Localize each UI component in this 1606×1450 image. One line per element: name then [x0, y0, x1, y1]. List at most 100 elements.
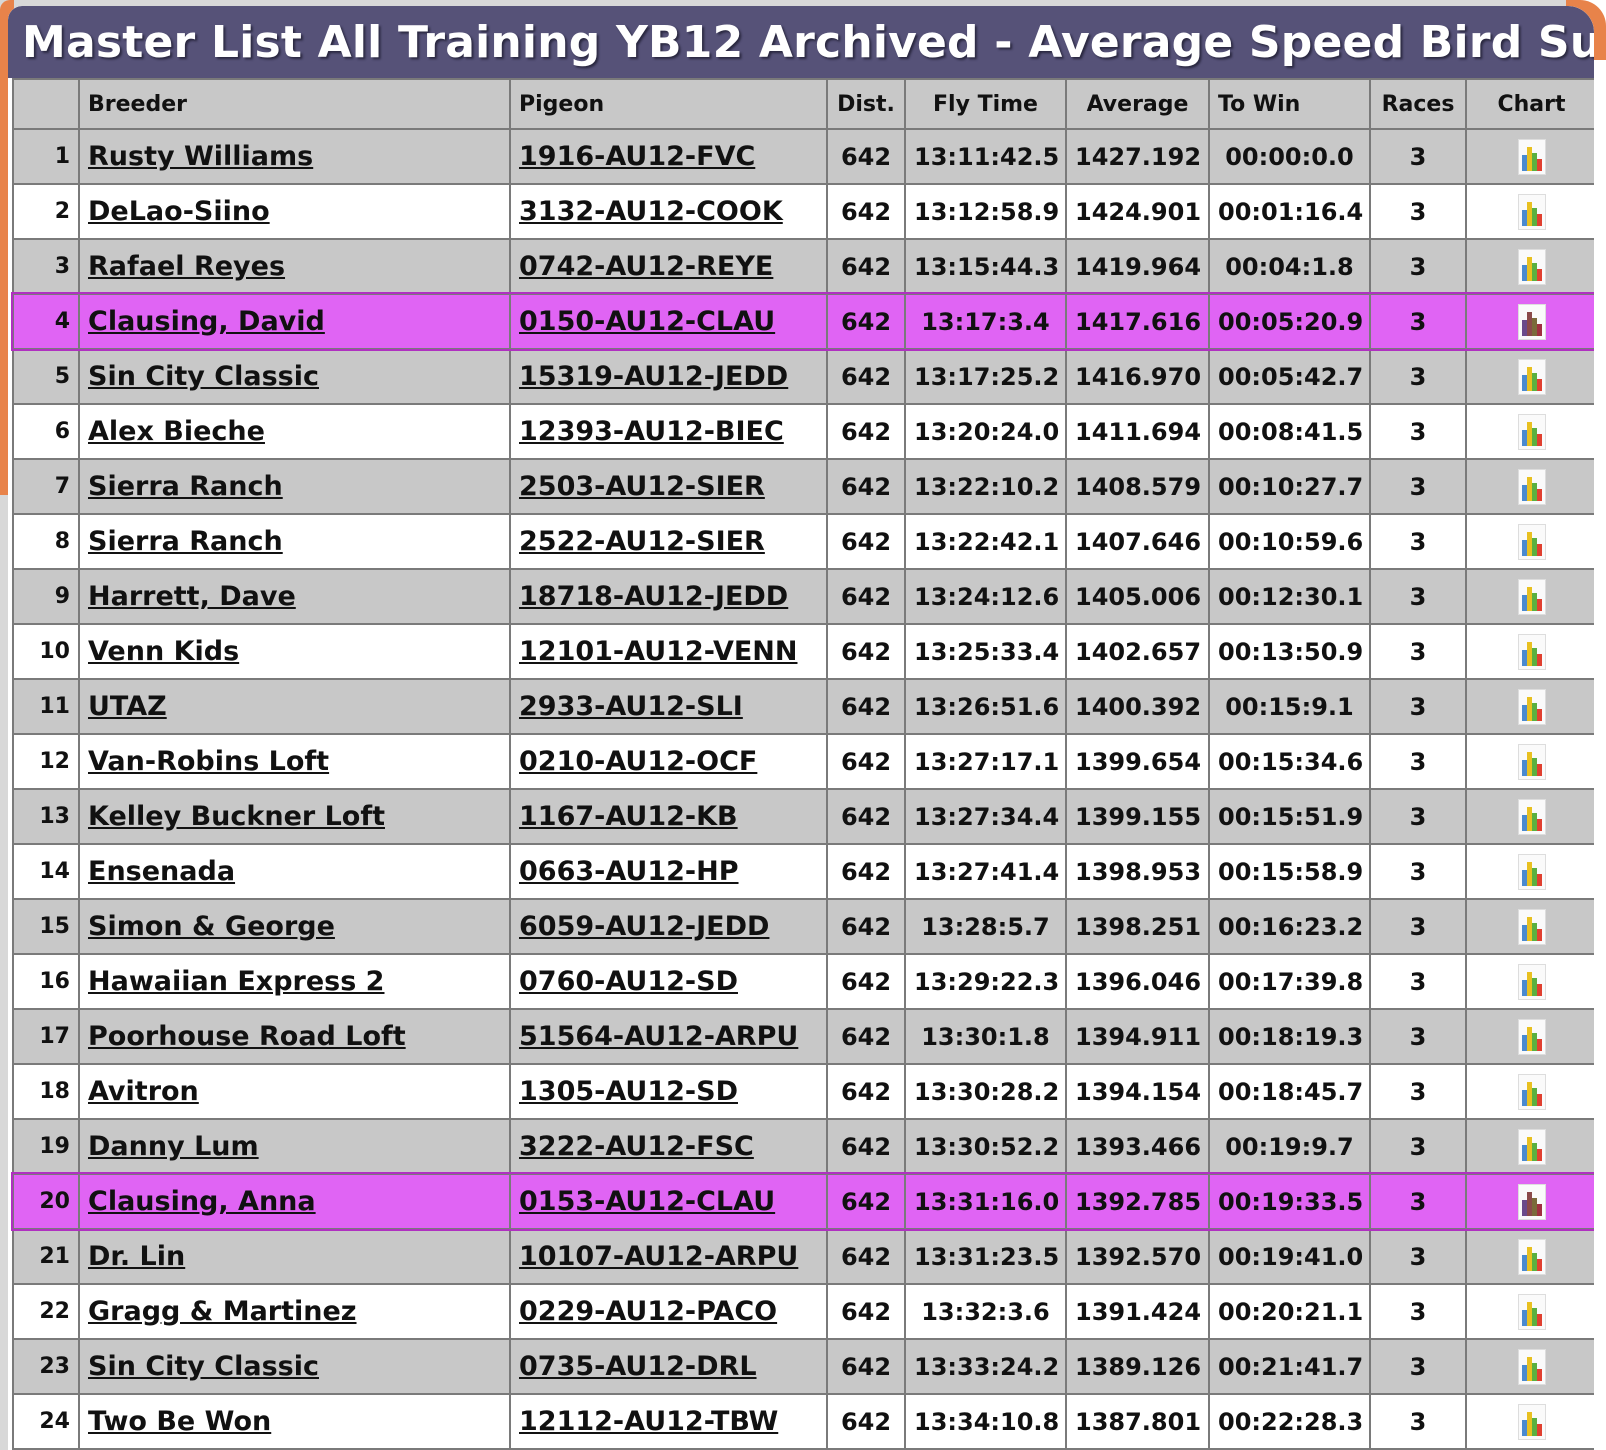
pigeon-link[interactable]: 3132-AU12-COOK — [509, 183, 828, 240]
pigeon-link[interactable]: 1167-AU12-KB — [509, 788, 828, 845]
chart-cell[interactable] — [1465, 568, 1594, 625]
chart-cell[interactable] — [1465, 843, 1594, 900]
breeder-link[interactable]: Ensenada — [78, 843, 511, 900]
bar-chart-icon[interactable] — [1517, 1403, 1546, 1440]
header-breeder[interactable]: Breeder — [78, 78, 511, 130]
bar-chart-icon[interactable] — [1517, 1018, 1546, 1055]
breeder-link[interactable]: DeLao-Siino — [78, 183, 511, 240]
chart-cell[interactable] — [1465, 1063, 1594, 1120]
chart-cell[interactable] — [1465, 1008, 1594, 1065]
bar-chart-icon[interactable] — [1517, 138, 1546, 175]
chart-cell[interactable] — [1465, 623, 1594, 680]
breeder-link[interactable]: Sierra Ranch — [78, 458, 511, 515]
bar-chart-icon[interactable] — [1517, 798, 1546, 835]
bar-chart-icon[interactable] — [1517, 688, 1546, 725]
chart-cell[interactable] — [1465, 513, 1594, 570]
breeder-link[interactable]: Sin City Classic — [78, 1338, 511, 1395]
bar-chart-icon[interactable] — [1517, 963, 1546, 1000]
breeder-link[interactable]: Clausing, David — [78, 293, 511, 350]
chart-cell[interactable] — [1465, 238, 1594, 295]
bar-chart-icon[interactable] — [1517, 193, 1546, 230]
bar-chart-icon[interactable] — [1517, 303, 1546, 340]
pigeon-link[interactable]: 12112-AU12-TBW — [509, 1393, 828, 1450]
bar-chart-icon[interactable] — [1517, 743, 1546, 780]
pigeon-link[interactable]: 6059-AU12-JEDD — [509, 898, 828, 955]
chart-cell[interactable] — [1465, 1338, 1594, 1395]
chart-cell[interactable] — [1465, 678, 1594, 735]
breeder-link[interactable]: Sierra Ranch — [78, 513, 511, 570]
chart-cell[interactable] — [1465, 458, 1594, 515]
chart-cell[interactable] — [1465, 1173, 1594, 1230]
pigeon-link[interactable]: 0735-AU12-DRL — [509, 1338, 828, 1395]
header-average[interactable]: Average — [1065, 78, 1210, 130]
pigeon-link[interactable]: 2933-AU12-SLI — [509, 678, 828, 735]
pigeon-link[interactable]: 2503-AU12-SIER — [509, 458, 828, 515]
pigeon-link[interactable]: 1305-AU12-SD — [509, 1063, 828, 1120]
header-dist[interactable]: Dist. — [826, 78, 906, 130]
breeder-link[interactable]: Rusty Williams — [78, 128, 511, 185]
chart-cell[interactable] — [1465, 293, 1594, 350]
chart-cell[interactable] — [1465, 733, 1594, 790]
breeder-link[interactable]: UTAZ — [78, 678, 511, 735]
chart-cell[interactable] — [1465, 1118, 1594, 1175]
bar-chart-icon[interactable] — [1517, 1183, 1546, 1220]
breeder-link[interactable]: Two Be Won — [78, 1393, 511, 1450]
pigeon-link[interactable]: 0742-AU12-REYE — [509, 238, 828, 295]
bar-chart-icon[interactable] — [1517, 1348, 1546, 1385]
bar-chart-icon[interactable] — [1517, 1128, 1546, 1165]
header-to-win[interactable]: To Win — [1208, 78, 1371, 130]
pigeon-link[interactable]: 0760-AU12-SD — [509, 953, 828, 1010]
header-fly-time[interactable]: Fly Time — [904, 78, 1067, 130]
pigeon-link[interactable]: 0153-AU12-CLAU — [509, 1173, 828, 1230]
pigeon-link[interactable]: 15319-AU12-JEDD — [509, 348, 828, 405]
bar-chart-icon[interactable] — [1517, 633, 1546, 670]
breeder-link[interactable]: Rafael Reyes — [78, 238, 511, 295]
breeder-link[interactable]: Gragg & Martinez — [78, 1283, 511, 1340]
bar-chart-icon[interactable] — [1517, 468, 1546, 505]
pigeon-link[interactable]: 12101-AU12-VENN — [509, 623, 828, 680]
pigeon-link[interactable]: 0150-AU12-CLAU — [509, 293, 828, 350]
bar-chart-icon[interactable] — [1517, 358, 1546, 395]
pigeon-link[interactable]: 2522-AU12-SIER — [509, 513, 828, 570]
bar-chart-icon[interactable] — [1517, 1238, 1546, 1275]
chart-cell[interactable] — [1465, 1228, 1594, 1285]
pigeon-link[interactable]: 0210-AU12-OCF — [509, 733, 828, 790]
chart-cell[interactable] — [1465, 1283, 1594, 1340]
bar-chart-icon[interactable] — [1517, 523, 1546, 560]
breeder-link[interactable]: Avitron — [78, 1063, 511, 1120]
chart-cell[interactable] — [1465, 953, 1594, 1010]
pigeon-link[interactable]: 3222-AU12-FSC — [509, 1118, 828, 1175]
bar-chart-icon[interactable] — [1517, 578, 1546, 615]
breeder-link[interactable]: Danny Lum — [78, 1118, 511, 1175]
breeder-link[interactable]: Simon & George — [78, 898, 511, 955]
breeder-link[interactable]: Kelley Buckner Loft — [78, 788, 511, 845]
chart-cell[interactable] — [1465, 128, 1594, 185]
pigeon-link[interactable]: 10107-AU12-ARPU — [509, 1228, 828, 1285]
breeder-link[interactable]: Dr. Lin — [78, 1228, 511, 1285]
breeder-link[interactable]: Venn Kids — [78, 623, 511, 680]
breeder-link[interactable]: Harrett, Dave — [78, 568, 511, 625]
pigeon-link[interactable]: 0229-AU12-PACO — [509, 1283, 828, 1340]
bar-chart-icon[interactable] — [1517, 908, 1546, 945]
bar-chart-icon[interactable] — [1517, 248, 1546, 285]
chart-cell[interactable] — [1465, 898, 1594, 955]
pigeon-link[interactable]: 12393-AU12-BIEC — [509, 403, 828, 460]
header-pigeon[interactable]: Pigeon — [509, 78, 828, 130]
bar-chart-icon[interactable] — [1517, 413, 1546, 450]
pigeon-link[interactable]: 51564-AU12-ARPU — [509, 1008, 828, 1065]
pigeon-link[interactable]: 0663-AU12-HP — [509, 843, 828, 900]
chart-cell[interactable] — [1465, 1393, 1594, 1450]
bar-chart-icon[interactable] — [1517, 1073, 1546, 1110]
bar-chart-icon[interactable] — [1517, 1293, 1546, 1330]
chart-cell[interactable] — [1465, 788, 1594, 845]
chart-cell[interactable] — [1465, 183, 1594, 240]
breeder-link[interactable]: Alex Bieche — [78, 403, 511, 460]
breeder-link[interactable]: Hawaiian Express 2 — [78, 953, 511, 1010]
header-races[interactable]: Races — [1369, 78, 1467, 130]
breeder-link[interactable]: Clausing, Anna — [78, 1173, 511, 1230]
breeder-link[interactable]: Sin City Classic — [78, 348, 511, 405]
pigeon-link[interactable]: 18718-AU12-JEDD — [509, 568, 828, 625]
chart-cell[interactable] — [1465, 403, 1594, 460]
breeder-link[interactable]: Poorhouse Road Loft — [78, 1008, 511, 1065]
pigeon-link[interactable]: 1916-AU12-FVC — [509, 128, 828, 185]
